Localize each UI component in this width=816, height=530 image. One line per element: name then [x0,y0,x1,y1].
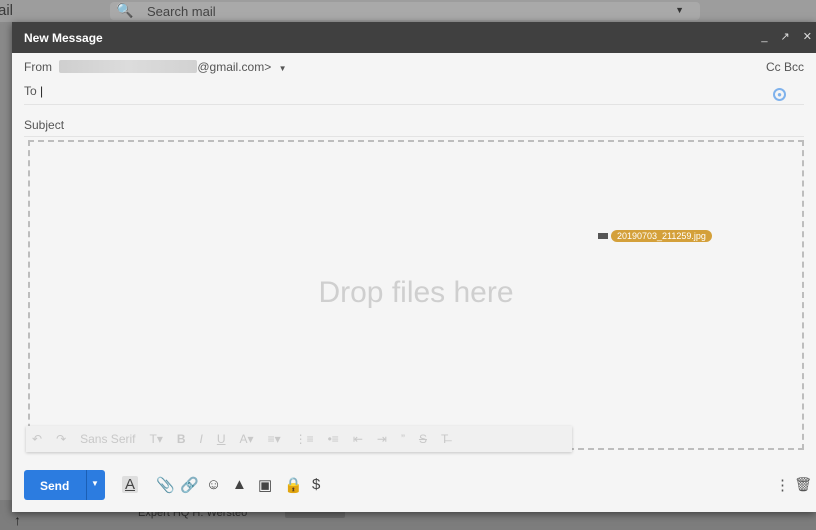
contacts-icon[interactable]: ● [773,88,786,101]
compose-window: New Message _ ↗ ✕ From @gmail.com> ▼ Cc … [12,22,816,512]
attach-icon[interactable]: 📎 [156,476,175,494]
dragged-file-name: 20190703_211259.jpg [611,230,712,242]
drop-files-text: Drop files here [318,276,514,309]
text-color-icon[interactable]: A▾ [240,432,254,446]
trash-icon[interactable]: 🗑 [794,476,812,493]
minimize-icon[interactable]: _ [761,31,767,43]
align-icon[interactable]: ≡▾ [268,432,281,446]
chevron-down-icon[interactable]: ▼ [675,5,684,15]
close-icon[interactable]: ✕ [803,31,812,43]
numbered-list-icon[interactable]: ⋮≡ [295,432,314,446]
compose-bottom-bar: Send ▼ A 📎 🔗 ☺ ▲ ▣ 🔒 $ ⋮ 🗑 [24,470,816,500]
photo-icon[interactable]: ▣ [258,476,272,494]
italic-icon[interactable]: I [200,432,203,446]
compose-title: New Message [24,31,103,45]
subject-row[interactable]: Subject [24,114,804,137]
fullscreen-icon[interactable]: ↗ [781,31,790,43]
background-search-bar[interactable]: 🔍 Search mail ▼ [110,2,700,20]
text-size-icon[interactable]: T▾ [149,432,162,446]
gmail-background-header: ail 🔍 Search mail ▼ [0,0,816,22]
to-row[interactable]: To | ● [24,84,804,105]
indent-more-icon[interactable]: ⇥ [377,432,387,446]
window-controls: _ ↗ ✕ [751,30,812,43]
formatting-toolbar: ↶ ↷ Sans Serif T▾ B I U A▾ ≡▾ ⋮≡ •≡ ⇤ ⇥ … [26,426,572,452]
remove-formatting-icon[interactable]: T̶ [441,432,448,446]
search-placeholder: Search mail [147,4,216,19]
from-address-redacted [59,60,198,73]
to-input-caret[interactable]: | [40,84,43,98]
more-options-icon[interactable]: ⋮ [775,476,790,494]
drop-zone[interactable]: Drop files here 20190703_211259.jpg [28,140,804,450]
underline-icon[interactable]: U [217,432,226,446]
bulleted-list-icon[interactable]: •≡ [328,432,339,446]
from-dropdown-icon[interactable]: ▼ [279,64,287,73]
cc-bcc-link[interactable]: Cc Bcc [766,60,804,74]
confidential-icon[interactable]: 🔒 [284,476,303,494]
search-icon: 🔍 [116,2,134,18]
send-button[interactable]: Send ▼ [24,470,105,500]
font-select[interactable]: Sans Serif [80,432,135,446]
compose-titlebar[interactable]: New Message _ ↗ ✕ [12,22,816,53]
from-address[interactable]: @gmail.com> [197,60,271,74]
link-icon[interactable]: 🔗 [180,476,199,494]
strikethrough-icon[interactable]: S [419,432,427,446]
file-icon [598,233,608,239]
background-cursor-icon: ↑ [14,512,21,528]
quote-icon[interactable]: ” [401,432,405,446]
send-options-icon[interactable]: ▼ [91,479,99,488]
to-label: To [24,84,37,98]
background-logo-text: ail [0,2,14,19]
from-label: From [24,60,52,74]
indent-less-icon[interactable]: ⇤ [353,432,363,446]
undo-icon[interactable]: ↶ [32,432,42,446]
redo-icon[interactable]: ↷ [56,432,66,446]
drive-icon[interactable]: ▲ [232,476,247,493]
emoji-icon[interactable]: ☺ [206,476,221,493]
bold-icon[interactable]: B [177,432,186,446]
send-label: Send [40,479,70,493]
dragged-file-chip[interactable]: 20190703_211259.jpg [598,228,712,244]
money-icon[interactable]: $ [312,476,320,493]
formatting-options-icon[interactable]: A [122,476,139,493]
subject-label: Subject [24,118,65,132]
send-divider [86,470,87,500]
from-row: From @gmail.com> ▼ Cc Bcc [24,60,804,80]
